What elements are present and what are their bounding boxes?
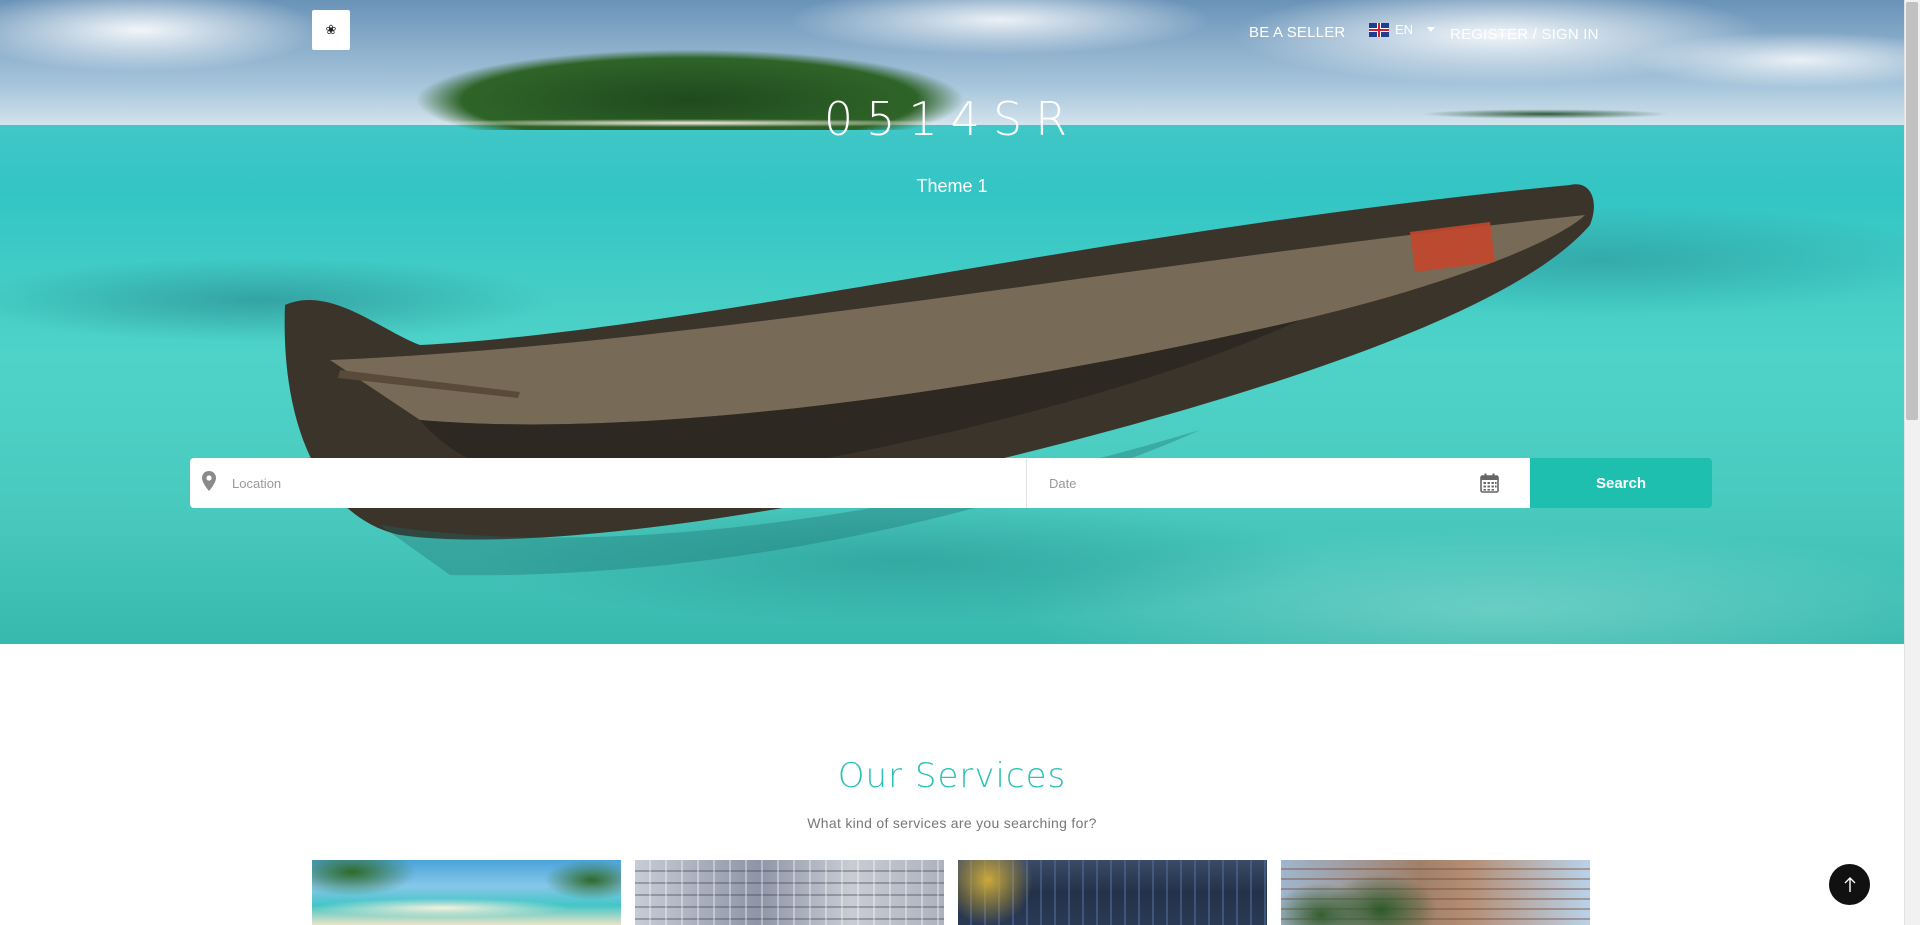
caret-down-icon: [1427, 27, 1436, 32]
location-field: [190, 458, 1027, 508]
search-bar: Search: [190, 458, 1712, 508]
site-logo[interactable]: ❀: [312, 10, 350, 50]
date-input[interactable]: [1047, 458, 1467, 508]
services-title: Our Services: [837, 756, 1067, 796]
service-card-apartment[interactable]: [635, 860, 944, 925]
nav-be-a-seller[interactable]: BE A SELLER: [1249, 24, 1345, 41]
services-subtitle: What kind of services are you searching …: [807, 815, 1097, 831]
page: ❀ BE A SELLER EN REGISTER / SIGN IN 0514…: [0, 0, 1920, 925]
language-label: EN: [1395, 22, 1414, 37]
calendar-icon[interactable]: [1480, 473, 1499, 493]
nav-register-sign-in[interactable]: REGISTER / SIGN IN: [1450, 26, 1599, 43]
date-field: [1027, 458, 1530, 508]
service-card-building[interactable]: [958, 860, 1267, 925]
back-to-top-button[interactable]: [1829, 864, 1870, 905]
language-selector[interactable]: EN: [1369, 22, 1436, 37]
arrow-up-icon: [1844, 876, 1855, 892]
scrollbar-thumb[interactable]: [1906, 2, 1918, 420]
hero-subtitle: Theme 1: [916, 176, 988, 196]
logo-icon: ❀: [325, 21, 337, 37]
location-input[interactable]: [230, 458, 1010, 508]
service-card-tower[interactable]: [1281, 860, 1590, 925]
search-button[interactable]: Search: [1530, 458, 1712, 508]
service-card-beach[interactable]: [312, 860, 621, 925]
uk-flag-icon: [1369, 22, 1389, 37]
hero-title: 0514SR: [823, 92, 1081, 146]
map-pin-icon: [202, 471, 216, 491]
